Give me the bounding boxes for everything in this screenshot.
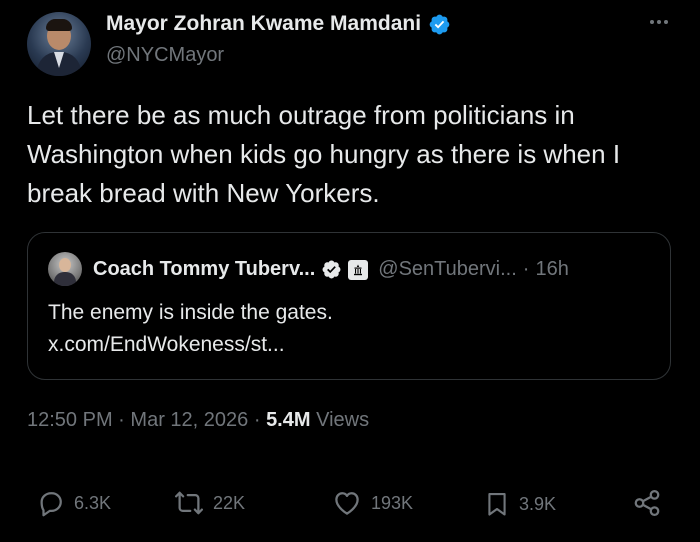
quoted-handle[interactable]: @SenTubervi...: [378, 258, 517, 281]
author-display-name[interactable]: Mayor Zohran Kwame Mamdani: [106, 12, 421, 36]
quoted-text-line: The enemy is inside the gates.: [48, 301, 333, 324]
author-avatar[interactable]: [27, 12, 91, 76]
reply-count: 6.3K: [74, 492, 112, 513]
tweet-meta: 12:50 PM · Mar 12, 2026 · 5.4M Views: [27, 409, 369, 432]
repost-count: 22K: [213, 492, 246, 513]
repost-icon: [175, 491, 203, 515]
quoted-display-name[interactable]: Coach Tommy Tuberv...: [93, 258, 315, 281]
bookmark-icon: [488, 493, 506, 516]
avatar-body: [54, 272, 76, 286]
like-button[interactable]: 193K: [331, 488, 413, 518]
reply-button[interactable]: 6.3K: [36, 488, 111, 518]
like-count: 193K: [371, 492, 414, 513]
views-count: 5.4M: [266, 409, 311, 431]
avatar-face: [59, 258, 71, 272]
views-label: Views: [316, 409, 370, 431]
separator-dot: ·: [253, 409, 261, 431]
tweet-date[interactable]: Mar 12, 2026: [130, 409, 248, 431]
action-bar: 6.3K 22K 193K 3.9K: [36, 488, 666, 522]
dot-icon: [657, 20, 661, 24]
share-button[interactable]: [632, 488, 662, 518]
bookmark-count: 3.9K: [519, 493, 557, 514]
bookmark-button[interactable]: 3.9K: [483, 488, 556, 520]
author-handle[interactable]: @NYCMayor: [106, 44, 224, 67]
quoted-tweet-text: The enemy is inside the gates. x.com/End…: [48, 297, 333, 361]
more-options-button[interactable]: [644, 12, 674, 32]
tweet: Mayor Zohran Kwame Mamdani @NYCMayor Let…: [0, 0, 700, 542]
verified-badge-icon: [322, 260, 341, 279]
separator-dot: ·: [118, 409, 125, 431]
repost-button[interactable]: 22K: [173, 488, 245, 518]
dot-icon: [650, 20, 654, 24]
quoted-author-avatar[interactable]: [48, 252, 82, 286]
tweet-time[interactable]: 12:50 PM: [27, 409, 113, 431]
quoted-link[interactable]: x.com/EndWokeness/st...: [48, 329, 333, 361]
capitol-icon: [354, 264, 363, 275]
government-badge-icon: [348, 259, 369, 280]
quoted-timestamp[interactable]: 16h: [535, 258, 568, 281]
quoted-header-row: Coach Tommy Tuberv... @SenTubervi... · 1…: [93, 258, 569, 281]
reply-icon: [40, 492, 62, 517]
share-icon: [634, 490, 660, 516]
quoted-tweet-card[interactable]: Coach Tommy Tuberv... @SenTubervi... · 1…: [27, 232, 671, 380]
heart-icon: [335, 492, 359, 515]
verified-badge-icon: [429, 14, 450, 34]
dot-icon: [664, 20, 668, 24]
avatar-hair: [46, 19, 72, 31]
separator-dot: ·: [522, 258, 530, 280]
author-name-row: Mayor Zohran Kwame Mamdani: [106, 12, 451, 36]
tweet-text: Let there be as much outrage from politi…: [27, 100, 621, 208]
